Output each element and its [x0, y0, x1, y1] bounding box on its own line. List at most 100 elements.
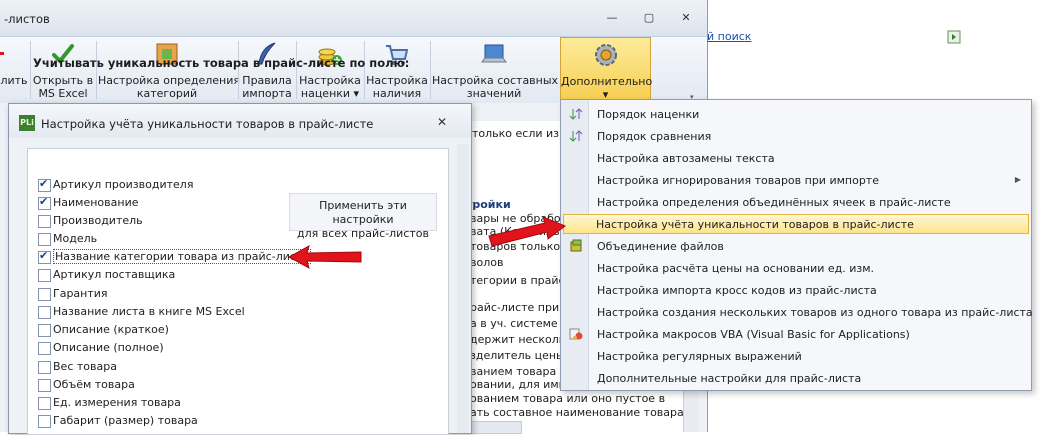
merge-files-icon — [570, 239, 582, 252]
background-line: а в уч. системе — [470, 317, 558, 330]
menu-item-label: Настройка расчёта цены на основании ед. … — [597, 262, 875, 275]
checkbox-label: Вес товара — [53, 360, 117, 373]
menu-item-merged-cells[interactable]: Настройка определения объединённых ячеек… — [563, 192, 1029, 212]
background-heading: тройки — [466, 198, 511, 211]
menu-item-label: Настройка учёта уникальности товаров в п… — [596, 218, 914, 231]
menu-item-cross-codes[interactable]: Настройка импорта кросс кодов из прайс-л… — [563, 280, 1029, 300]
main-titlebar: -листов — ▢ ✕ — [0, 0, 707, 36]
checkbox-label: Наименование — [53, 196, 139, 209]
close-button[interactable]: ✕ — [677, 10, 695, 26]
menu-item-label: Настройка игнорирования товаров при импо… — [597, 174, 879, 187]
dialog-scrollbar[interactable] — [457, 144, 469, 433]
checkbox-label: Объём товара — [53, 378, 135, 391]
menu-item-split-products[interactable]: Настройка создания нескольких товаров из… — [563, 302, 1033, 322]
checkbox-label: Габарит (размер) товара — [53, 414, 198, 427]
checkbox-label: Название листа в книге MS Excel — [53, 305, 245, 318]
import-rules-label: Правила импорта — [242, 74, 292, 100]
checkbox-box[interactable] — [38, 415, 51, 428]
menu-item-extra-settings[interactable]: Дополнительные настройки для прайс-листа — [563, 368, 1029, 388]
category-setup-label: Настройка определения категорий — [98, 74, 241, 100]
background-line: ать составное наименование товара — [470, 406, 684, 419]
menu-item-label: Настройка регулярных выражений — [597, 350, 802, 363]
background-line: ованием товара или оно пустое в — [470, 392, 666, 405]
checkbox-label: Описание (полное) — [53, 341, 164, 354]
menu-item-label: Настройка определения объединённых ячеек… — [597, 196, 951, 209]
export-icon[interactable] — [947, 30, 961, 44]
menu-item-regex[interactable]: Настройка регулярных выражений — [563, 346, 1029, 366]
background-line: зделитель ценых — [470, 349, 572, 362]
ribbon-button-partial-label: лить — [0, 74, 28, 87]
menu-item-uniqueness[interactable]: Настройка учёта уникальности товаров в п… — [563, 214, 1029, 234]
checkbox-box[interactable] — [38, 269, 51, 282]
checkbox-box[interactable] — [38, 397, 51, 410]
checkbox-box[interactable] — [38, 361, 51, 374]
checkbox-label: Название категории товара из прайс-листа — [53, 249, 312, 264]
markup-setup-label: Настройка наценки ▾ — [299, 74, 361, 100]
apply-to-all-button[interactable]: Применить эти настройки для всех прайс-л… — [289, 193, 437, 240]
menu-item-label: Настройка создания нескольких товаров из… — [597, 306, 1033, 319]
dialog-titlebar: PLi Настройка учёта уникальности товаров… — [9, 104, 471, 138]
ribbon-toolbar: лить Открыть в MS Excel Настройка определ… — [0, 36, 707, 104]
red-arrow-left-icon — [287, 244, 362, 270]
vba-macro-icon — [569, 328, 583, 340]
menu-item-autoreplace[interactable]: Настройка автозамены текста — [563, 148, 1029, 168]
apply-to-all-label-1: Применить эти настройки — [319, 199, 407, 226]
background-text-top: только если изме — [472, 127, 575, 140]
menu-item-label: Порядок наценки — [597, 108, 700, 121]
menu-item-price-by-unit[interactable]: Настройка расчёта цены на основании ед. … — [563, 258, 1029, 278]
background-input[interactable] — [465, 421, 522, 434]
checkbox-box[interactable] — [38, 324, 51, 337]
extra-settings-label: Дополнительно ▾ — [561, 75, 653, 101]
menu-item-label: Настройка автозамены текста — [597, 152, 775, 165]
extra-settings-menu: Порядок наценки Порядок сравнения Настро… — [560, 99, 1033, 391]
menu-item-ignore-import[interactable]: Настройка игнорирования товаров при импо… — [563, 170, 1029, 190]
checkbox-label: Модель — [53, 232, 98, 245]
menu-item-markup-order[interactable]: Порядок наценки — [563, 104, 1029, 124]
checkbox-box[interactable] — [38, 249, 51, 264]
open-excel-label: Открыть в MS Excel — [32, 74, 94, 100]
checkbox-box[interactable] — [38, 379, 51, 392]
menu-item-label: Объединение файлов — [597, 240, 724, 253]
dialog-title: Настройка учёта уникальности товаров в п… — [41, 117, 374, 131]
checkbox-box[interactable] — [38, 306, 51, 319]
checkbox-label: Артикул поставщика — [53, 268, 176, 281]
app-logo-icon: PLi — [19, 115, 35, 131]
menu-item-vba-macros[interactable]: Настройка макросов VBA (Visual Basic for… — [563, 324, 1029, 344]
menu-item-label: Дополнительные настройки для прайс-листа — [597, 372, 862, 385]
red-arrow-right-icon — [488, 216, 566, 247]
menu-item-label: Настройка макросов VBA (Visual Basic for… — [597, 328, 910, 341]
dialog-close-button[interactable]: ✕ — [437, 115, 447, 129]
checkbox-label: Артикул производителя — [53, 178, 194, 191]
menu-item-compare-order[interactable]: Порядок сравнения — [563, 126, 1029, 146]
checkbox-box[interactable] — [38, 215, 51, 228]
extra-settings-button[interactable]: Дополнительно ▾ — [560, 37, 653, 101]
red-dash-icon — [0, 52, 4, 55]
background-line: волов — [470, 256, 504, 269]
background-line: держит нескольк — [470, 333, 572, 346]
laptop-icon — [481, 44, 507, 63]
checkbox-label: Ед. измерения товара — [53, 396, 181, 409]
ribbon-button-partial[interactable]: лить — [0, 37, 28, 101]
checkbox-label: Описание (краткое) — [53, 323, 169, 336]
uniqueness-heading: Учитывать уникальность товара в прайс-ли… — [33, 56, 410, 70]
menu-item-label: Настройка импорта кросс кодов из прайс-л… — [597, 284, 877, 297]
window-title: -листов — [4, 12, 50, 26]
submenu-arrow-icon: ▶ — [1014, 175, 1021, 184]
search-link[interactable]: й поиск — [707, 30, 751, 43]
menu-item-label: Порядок сравнения — [597, 130, 712, 143]
checkbox-box[interactable] — [38, 233, 51, 246]
apply-to-all-label-2: для всех прайс-листов — [297, 227, 429, 240]
gear-icon — [594, 44, 617, 66]
background-line: овании, для импо — [470, 378, 573, 391]
checkbox-box[interactable] — [38, 195, 51, 210]
checkbox-label: Производитель — [53, 214, 143, 227]
minimize-button[interactable]: — — [603, 10, 621, 26]
composite-values-button[interactable]: Настройка составных значений — [432, 37, 558, 101]
menu-item-merge-files[interactable]: Объединение файлов — [563, 236, 1029, 256]
checkbox-label: Гарантия — [53, 287, 108, 300]
maximize-button[interactable]: ▢ — [640, 10, 658, 26]
checkbox-box[interactable] — [38, 342, 51, 355]
checkbox-box[interactable] — [38, 177, 51, 192]
availability-setup-label: Настройка наличия — [366, 74, 428, 100]
checkbox-box[interactable] — [38, 288, 51, 301]
